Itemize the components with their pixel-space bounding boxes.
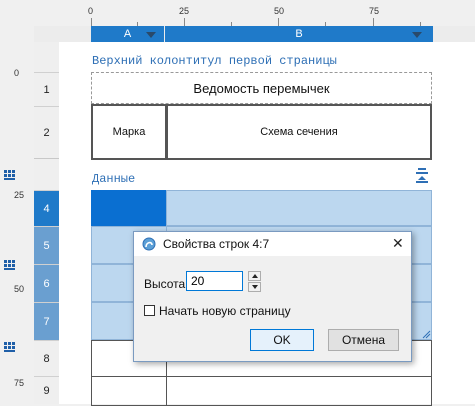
close-icon[interactable]: ✕	[392, 235, 404, 252]
left-ruler: 0 25 50 75	[0, 26, 34, 404]
ruler-tick	[373, 18, 374, 26]
column-label: B	[295, 28, 303, 40]
page-header-band-title: Верхний колонтитул первой страницы	[92, 54, 337, 68]
ruler-tick	[91, 18, 92, 26]
height-label: Высота	[144, 277, 186, 291]
top-ruler: 0 25 50 75	[0, 0, 475, 27]
row-header-1[interactable]: 1	[34, 72, 59, 107]
row-header: 1 2 4 5 6 7 8 9	[34, 42, 60, 404]
column-mark-label: Марка	[112, 126, 146, 138]
ruler-number: 75	[14, 378, 25, 388]
ruler-tick	[278, 18, 279, 26]
row-properties-dialog: Свойства строк 4:7 ✕ Высота Начать новую…	[133, 231, 412, 362]
column-dropdown-icon[interactable]	[412, 32, 422, 38]
ruler-number: 50	[14, 284, 25, 294]
table-title-cell[interactable]: Ведомость перемычек	[91, 72, 432, 104]
row-header-spacer	[34, 158, 59, 191]
dialog-title: Свойства строк 4:7	[163, 237, 270, 251]
app-icon	[142, 237, 156, 251]
spin-down-button[interactable]	[248, 282, 261, 292]
spin-up-button[interactable]	[248, 271, 261, 281]
band-settings-icon[interactable]	[415, 168, 429, 184]
column-dropdown-icon[interactable]	[146, 32, 156, 38]
table-cell[interactable]	[166, 190, 432, 226]
band-grip-icon[interactable]	[4, 342, 16, 354]
chevron-down-icon	[251, 285, 258, 289]
column-mark-cell[interactable]: Марка	[91, 104, 167, 160]
data-band-title: Данные	[92, 172, 136, 186]
row-header-5[interactable]: 5	[34, 226, 59, 265]
column-header-bar: A B	[34, 26, 475, 43]
dialog-titlebar[interactable]: Свойства строк 4:7 ✕	[134, 232, 411, 256]
table-title: Ведомость перемычек	[193, 80, 330, 96]
ruler-number: 25	[179, 6, 190, 16]
cancel-button[interactable]: Отмена	[328, 329, 399, 351]
table-cell[interactable]	[91, 376, 167, 406]
new-page-checkbox[interactable]	[144, 305, 155, 316]
table-cell[interactable]	[166, 376, 432, 406]
band-grip-icon[interactable]	[4, 170, 16, 182]
row-header-4[interactable]: 4	[34, 190, 59, 227]
ok-button[interactable]: OK	[250, 329, 314, 351]
row-header-6[interactable]: 6	[34, 264, 59, 303]
column-label: A	[123, 28, 132, 40]
row-header-9[interactable]: 9	[34, 376, 59, 405]
ruler-number: 25	[14, 190, 25, 200]
row-header-7[interactable]: 7	[34, 302, 59, 341]
column-scheme-cell[interactable]: Схема сечения	[166, 104, 432, 160]
ruler-tick	[184, 18, 185, 26]
chevron-up-icon	[251, 274, 258, 278]
resize-grip-icon[interactable]	[421, 329, 431, 339]
ruler-number: 75	[369, 6, 380, 16]
ruler-number: 50	[274, 6, 285, 16]
row-header-2[interactable]: 2	[34, 106, 59, 159]
column-scheme-label: Схема сечения	[260, 126, 338, 138]
row-header-8[interactable]: 8	[34, 340, 59, 377]
active-cell[interactable]	[91, 190, 167, 226]
ruler-number: 0	[14, 68, 20, 78]
height-input[interactable]	[186, 271, 243, 291]
column-header-b[interactable]: B	[165, 26, 433, 42]
new-page-label[interactable]: Начать новую страницу	[159, 304, 291, 318]
band-grip-icon[interactable]	[4, 260, 16, 272]
ruler-number: 0	[88, 6, 94, 16]
